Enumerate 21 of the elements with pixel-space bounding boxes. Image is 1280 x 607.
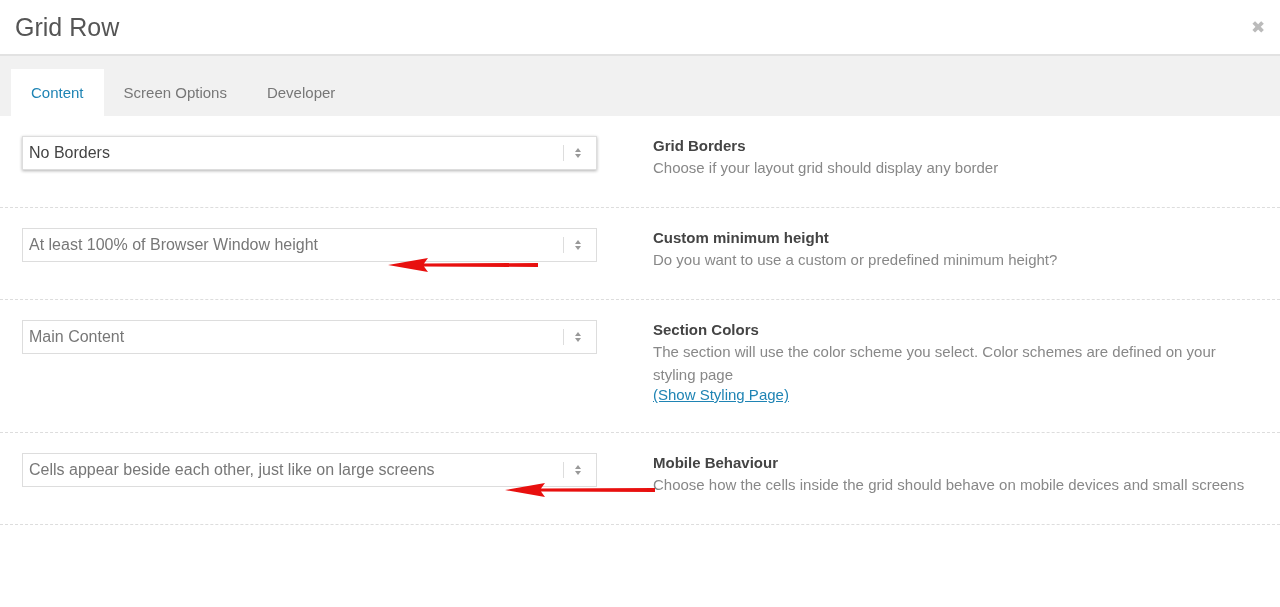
up-down-icon — [574, 239, 582, 251]
setting-label: Grid Borders — [653, 137, 747, 154]
tab[interactable]: Content — [11, 69, 104, 116]
select-field[interactable]: No Borders — [22, 136, 597, 170]
up-down-icon — [574, 464, 582, 476]
tab[interactable]: Developer — [246, 69, 356, 116]
setting-description: Choose if your layout grid should display any border — [653, 158, 1000, 178]
styling-page-link[interactable]: (Show Styling Page) — [653, 386, 789, 403]
setting-label: Custom minimum height — [653, 229, 830, 246]
setting-label: Section Colors — [653, 321, 760, 338]
setting-description: The section will use the color scheme you select. Color schemes are defined on your styling page — [653, 342, 1217, 385]
select-field[interactable]: At least 100% of Browser Window height — [22, 228, 597, 262]
setting-description: Do you want to use a custom or predefined minimum height? — [653, 250, 1059, 270]
select-field[interactable]: Cells appear beside each other, just like on large screens — [22, 453, 597, 487]
setting-label: Mobile Behaviour — [653, 454, 780, 471]
tab[interactable]: Screen Options — [103, 69, 247, 116]
setting-description: Choose how the cells inside the grid should behave on mobile devices and small screens — [653, 475, 1246, 495]
select-field[interactable]: Main Content — [22, 320, 597, 354]
up-down-icon — [574, 147, 582, 159]
dialog-title: Grid Row — [15, 12, 120, 42]
up-down-icon — [574, 331, 582, 343]
